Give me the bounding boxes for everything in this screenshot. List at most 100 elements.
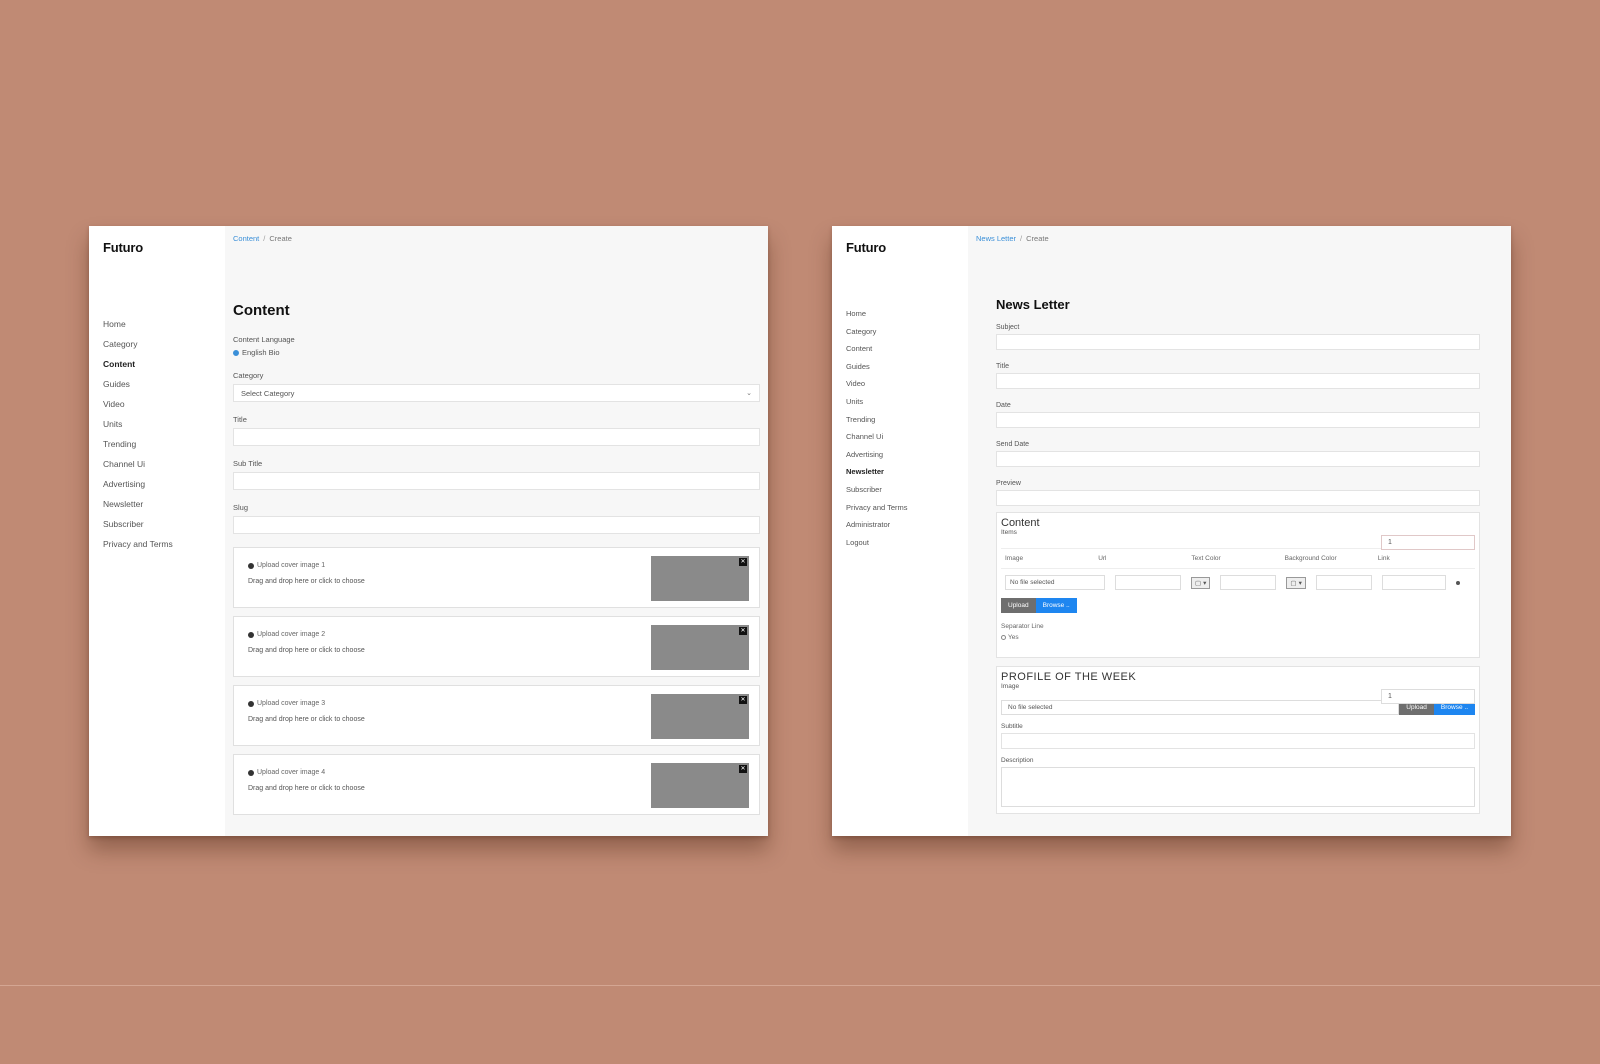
sidebar-item-logout[interactable]: Logout (846, 538, 968, 547)
sidebar-item-units[interactable]: Units (103, 419, 225, 429)
upload-button-group: Upload Browse .. (1001, 598, 1475, 613)
date-input[interactable] (996, 412, 1480, 428)
image-placeholder: ✕ (651, 625, 749, 670)
sidebar-item-home[interactable]: Home (103, 319, 225, 329)
media-upload-box[interactable]: Upload cover image 3 Drag and drop here … (233, 685, 760, 746)
sidebar-item-subscriber[interactable]: Subscriber (846, 485, 968, 494)
sidebar-item-guides[interactable]: Guides (103, 379, 225, 389)
breadcrumb-current: Create (269, 234, 292, 243)
preview-input[interactable] (996, 490, 1480, 506)
background-color-input[interactable] (1315, 575, 1372, 590)
sidebar-item-video[interactable]: Video (103, 399, 225, 409)
image-placeholder: ✕ (651, 763, 749, 808)
send-date-input[interactable] (996, 451, 1480, 467)
subtitle-input[interactable] (1001, 733, 1475, 749)
title-label: Title (233, 415, 247, 424)
column-header: Background Color (1284, 555, 1337, 562)
color-swatch-icon: ▢ (1195, 579, 1202, 587)
sidebar-item-trending[interactable]: Trending (103, 439, 225, 449)
media-upload-box[interactable]: Upload cover image 4 Drag and drop here … (233, 754, 760, 815)
app-logo: Futuro (846, 240, 886, 255)
sidebar-item-advertising[interactable]: Advertising (846, 450, 968, 459)
content-section: Content Items 1 Image Url Text Color Bac… (996, 512, 1480, 658)
sidebar-item-administrator[interactable]: Administrator (846, 520, 968, 529)
radio-icon[interactable] (1001, 635, 1006, 640)
sidebar-item-content[interactable]: Content (103, 359, 225, 369)
breadcrumb-link[interactable]: News Letter (976, 234, 1016, 243)
breadcrumb-link[interactable]: Content (233, 234, 259, 243)
sidebar-item-content[interactable]: Content (846, 344, 968, 353)
background-color-picker[interactable]: ▢ ▾ (1286, 576, 1306, 589)
browse-button[interactable]: Browse .. (1035, 598, 1077, 613)
breadcrumb: Content / Create (233, 234, 292, 243)
sidebar-item-newsletter[interactable]: Newsletter (103, 499, 225, 509)
subject-input[interactable] (996, 334, 1480, 350)
section-title: PROFILE OF THE WEEK (1001, 671, 1137, 683)
text-color-picker[interactable]: ▢ ▾ (1191, 576, 1211, 589)
title-label: Title (996, 363, 1009, 370)
floor-line (0, 985, 1600, 986)
sidebar-item-channel[interactable]: Channel Ui (103, 459, 225, 469)
items-count-input[interactable]: 1 (1381, 535, 1475, 550)
sidebar-item-guides[interactable]: Guides (846, 362, 968, 371)
sidebar-item-channel[interactable]: Channel Ui (846, 432, 968, 441)
image-placeholder: ✕ (651, 556, 749, 601)
sidebar-item-home[interactable]: Home (846, 309, 968, 318)
subtitle-label: Sub Title (233, 459, 263, 468)
media-title: Upload cover image 1 (257, 562, 326, 569)
text-color-input[interactable] (1220, 575, 1277, 590)
close-icon[interactable]: ✕ (739, 558, 747, 566)
sidebar-item-privacy[interactable]: Privacy and Terms (103, 539, 225, 549)
profile-section: PROFILE OF THE WEEK Image 1 No file sele… (996, 666, 1480, 814)
description-textarea[interactable] (1001, 767, 1475, 807)
upload-button[interactable]: Upload (1001, 598, 1036, 613)
column-header: Text Color (1191, 555, 1221, 562)
close-icon[interactable]: ✕ (739, 696, 747, 704)
upload-icon (248, 631, 254, 638)
close-icon[interactable]: ✕ (739, 765, 747, 773)
sidebar-item-category[interactable]: Category (846, 327, 968, 336)
sidebar-nav: Home Category Content Guides Video Units… (103, 319, 225, 549)
upload-icon (248, 700, 254, 707)
subject-label: Subject (996, 324, 1020, 331)
chevron-down-icon: ⌄ (746, 390, 752, 397)
separator-option[interactable]: Yes (1001, 634, 1475, 641)
sidebar-item-category[interactable]: Category (103, 339, 225, 349)
sidebar-item-units[interactable]: Units (846, 397, 968, 406)
radio-icon[interactable] (233, 349, 239, 356)
close-icon[interactable]: ✕ (739, 627, 747, 635)
image-count-input[interactable]: 1 (1381, 689, 1475, 704)
table-row: No file selected ▢ ▾ ▢ ▾ (1001, 569, 1475, 596)
main-content: News Letter / Create News Letter Subject T… (968, 226, 1511, 836)
sidebar: Futuro Home Category Content Guides Vide… (89, 226, 225, 836)
url-input[interactable] (1115, 575, 1181, 590)
sidebar-nav: Home Category Content Guides Video Units… (846, 309, 968, 547)
table-header: Image Url Text Color Background Color Li… (1001, 549, 1475, 569)
date-label: Date (996, 402, 1011, 409)
subtitle-input[interactable] (233, 472, 760, 490)
category-select[interactable]: Select Category ⌄ (233, 384, 760, 402)
slug-input[interactable] (233, 516, 760, 534)
sidebar-item-video[interactable]: Video (846, 379, 968, 388)
link-input[interactable] (1381, 575, 1446, 590)
slug-label: Slug (233, 503, 249, 512)
media-upload-box[interactable]: Upload cover image 2 Drag and drop here … (233, 616, 760, 677)
sidebar-item-privacy[interactable]: Privacy and Terms (846, 503, 968, 512)
sidebar-item-trending[interactable]: Trending (846, 415, 968, 424)
profile-file-input[interactable]: No file selected (1001, 700, 1400, 715)
main-content: Content / Create Content Content Language … (225, 226, 768, 836)
page-title: Content (233, 302, 290, 319)
media-upload-box[interactable]: Upload cover image 1 Drag and drop here … (233, 547, 760, 608)
section-title: Content (1001, 517, 1040, 529)
title-input[interactable] (233, 428, 760, 446)
sidebar-item-subscriber[interactable]: Subscriber (103, 519, 225, 529)
remove-row-icon[interactable] (1455, 580, 1460, 585)
sidebar-item-advertising[interactable]: Advertising (103, 479, 225, 489)
upload-icon (248, 769, 254, 776)
title-input[interactable] (996, 373, 1480, 389)
sidebar-item-newsletter[interactable]: Newsletter (846, 467, 968, 476)
language-radio-group[interactable]: English Bio (233, 348, 760, 357)
preview-label: Preview (996, 480, 1021, 487)
breadcrumb: News Letter / Create (976, 234, 1049, 243)
image-file-input[interactable]: No file selected (1005, 575, 1105, 590)
